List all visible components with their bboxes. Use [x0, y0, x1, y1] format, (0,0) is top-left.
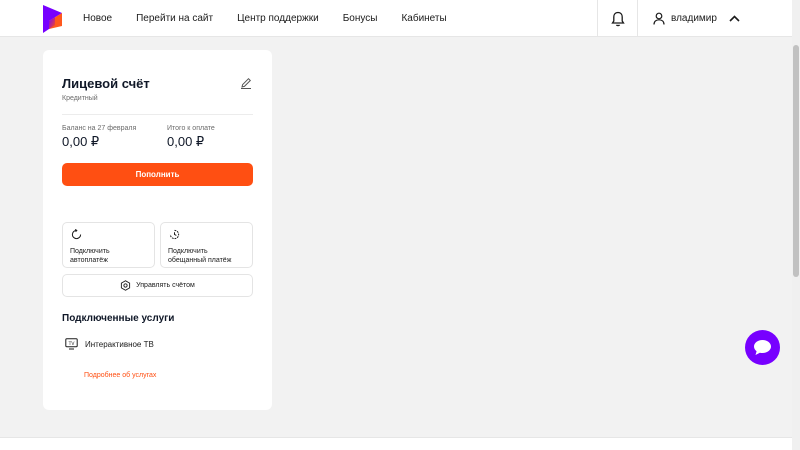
nav-item-support-center[interactable]: Центр поддержки [237, 13, 319, 24]
top-header: Новое Перейти на сайт Центр поддержки Бо… [0, 0, 792, 37]
chat-bubble-icon [754, 340, 771, 355]
tv-icon: TV [65, 338, 78, 350]
user-icon [653, 12, 665, 25]
user-menu[interactable]: владимир [653, 0, 740, 37]
services-title: Подключенные услуги [62, 313, 175, 324]
brand-logo[interactable] [40, 4, 64, 34]
chevron-up-icon[interactable] [729, 15, 740, 22]
refresh-icon [71, 229, 82, 240]
header-divider [637, 0, 638, 37]
user-name: владимир [671, 13, 717, 24]
card-title: Лицевой счёт [62, 76, 150, 91]
service-item[interactable]: TV Интерактивное ТВ [65, 338, 154, 350]
footer-band [0, 437, 792, 450]
chat-button[interactable] [745, 330, 780, 365]
balance-label: Баланс на 27 февраля [62, 125, 137, 132]
svg-text:TV: TV [68, 341, 76, 347]
manage-account-label: Управлять счётом [136, 282, 195, 289]
topup-button[interactable]: Пополнить [62, 163, 253, 186]
scrollbar-thumb[interactable] [793, 45, 799, 277]
tile-label: Подключить обещанный платёж [168, 248, 232, 264]
bell-icon[interactable] [609, 10, 627, 28]
balance-value: 0,00 ₽ [62, 134, 100, 149]
manage-account-button[interactable]: Управлять счётом [62, 274, 253, 297]
services-more-link[interactable]: Подробнее об услугах [84, 372, 156, 379]
service-label: Интерактивное ТВ [85, 339, 154, 349]
pencil-icon[interactable] [240, 77, 252, 89]
page-scrollbar[interactable] [792, 0, 800, 450]
nav-item-new[interactable]: Новое [83, 13, 112, 24]
autopay-tile[interactable]: Подключить автоплатёж [62, 222, 155, 268]
due-label: Итого к оплате [167, 125, 215, 132]
nav-item-go-to-site[interactable]: Перейти на сайт [136, 13, 213, 24]
nav-item-bonuses[interactable]: Бонусы [343, 13, 378, 24]
due-value: 0,00 ₽ [167, 134, 205, 149]
clock-icon [169, 229, 180, 240]
divider [62, 114, 253, 115]
header-divider [597, 0, 598, 37]
account-type: Кредитный [62, 95, 98, 102]
main-nav: Новое Перейти на сайт Центр поддержки Бо… [83, 0, 471, 37]
nav-item-cabinets[interactable]: Кабинеты [401, 13, 446, 24]
promised-payment-tile[interactable]: Подключить обещанный платёж [160, 222, 253, 268]
account-card: Лицевой счёт Кредитный Баланс на 27 февр… [43, 50, 272, 410]
gear-icon [121, 280, 131, 291]
tile-label: Подключить автоплатёж [70, 248, 110, 264]
